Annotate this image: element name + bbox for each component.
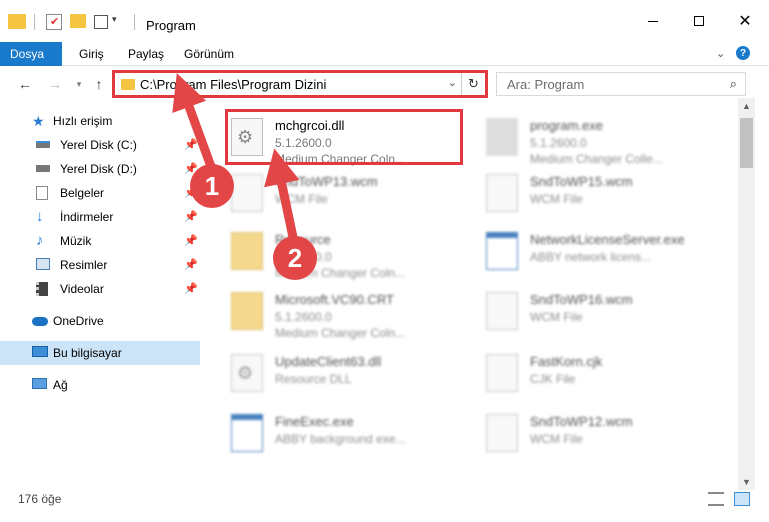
- step-number: 1: [204, 170, 220, 201]
- step-badge-2: 2: [273, 236, 317, 280]
- arrow-1: [172, 73, 218, 174]
- step-number: 2: [287, 242, 303, 273]
- annotation-arrows: [172, 73, 300, 243]
- step-badge-1: 1: [190, 164, 234, 208]
- arrow-2: [264, 148, 300, 243]
